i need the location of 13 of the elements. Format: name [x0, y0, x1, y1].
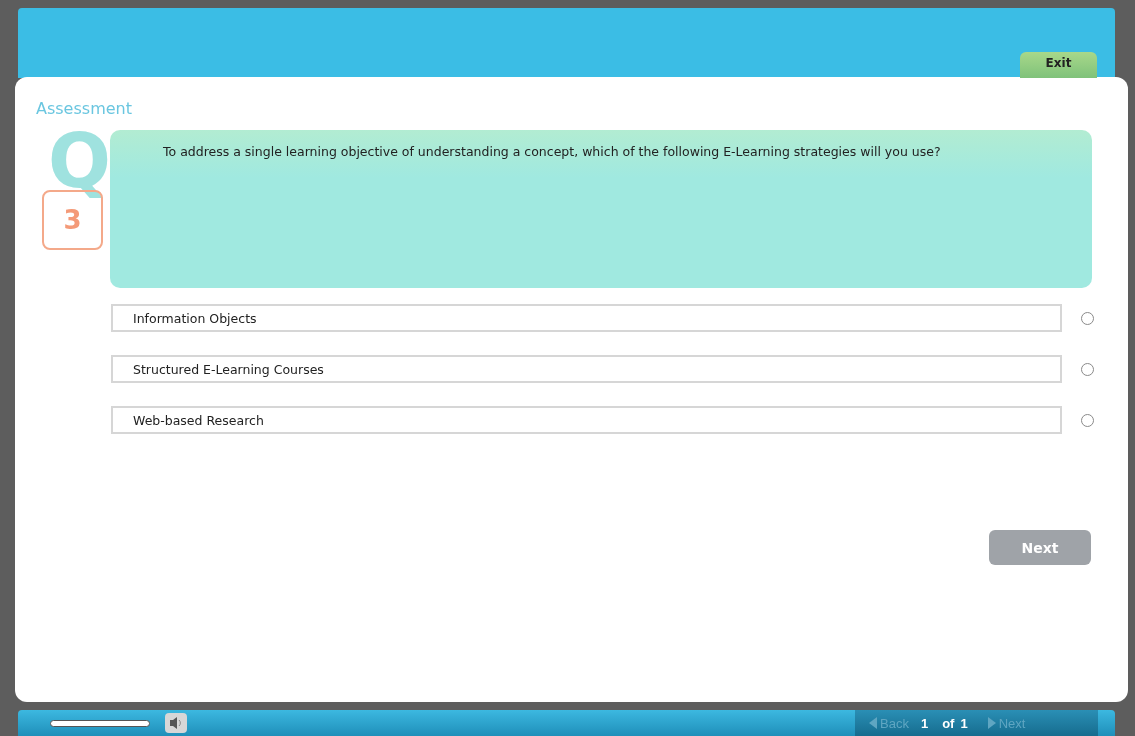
section-title: Assessment [36, 99, 132, 118]
right-triangle-icon [987, 717, 996, 729]
page-number: 1 [920, 715, 929, 731]
answer-option[interactable]: Information Objects [111, 304, 1062, 332]
answer-option[interactable]: Web-based Research [111, 406, 1062, 434]
progress-track[interactable] [50, 719, 150, 727]
answer-option[interactable]: Structured E-Learning Courses [111, 355, 1062, 383]
question-text: To address a single learning objective of understanding a concept, which of the following E-Learning strategies will you use? [110, 130, 1092, 288]
left-triangle-icon [869, 717, 877, 729]
page-of: of [942, 715, 955, 731]
speaker-icon[interactable] [165, 713, 187, 733]
page-total: 1 [960, 715, 968, 731]
exit-button[interactable]: Exit [1020, 52, 1097, 78]
